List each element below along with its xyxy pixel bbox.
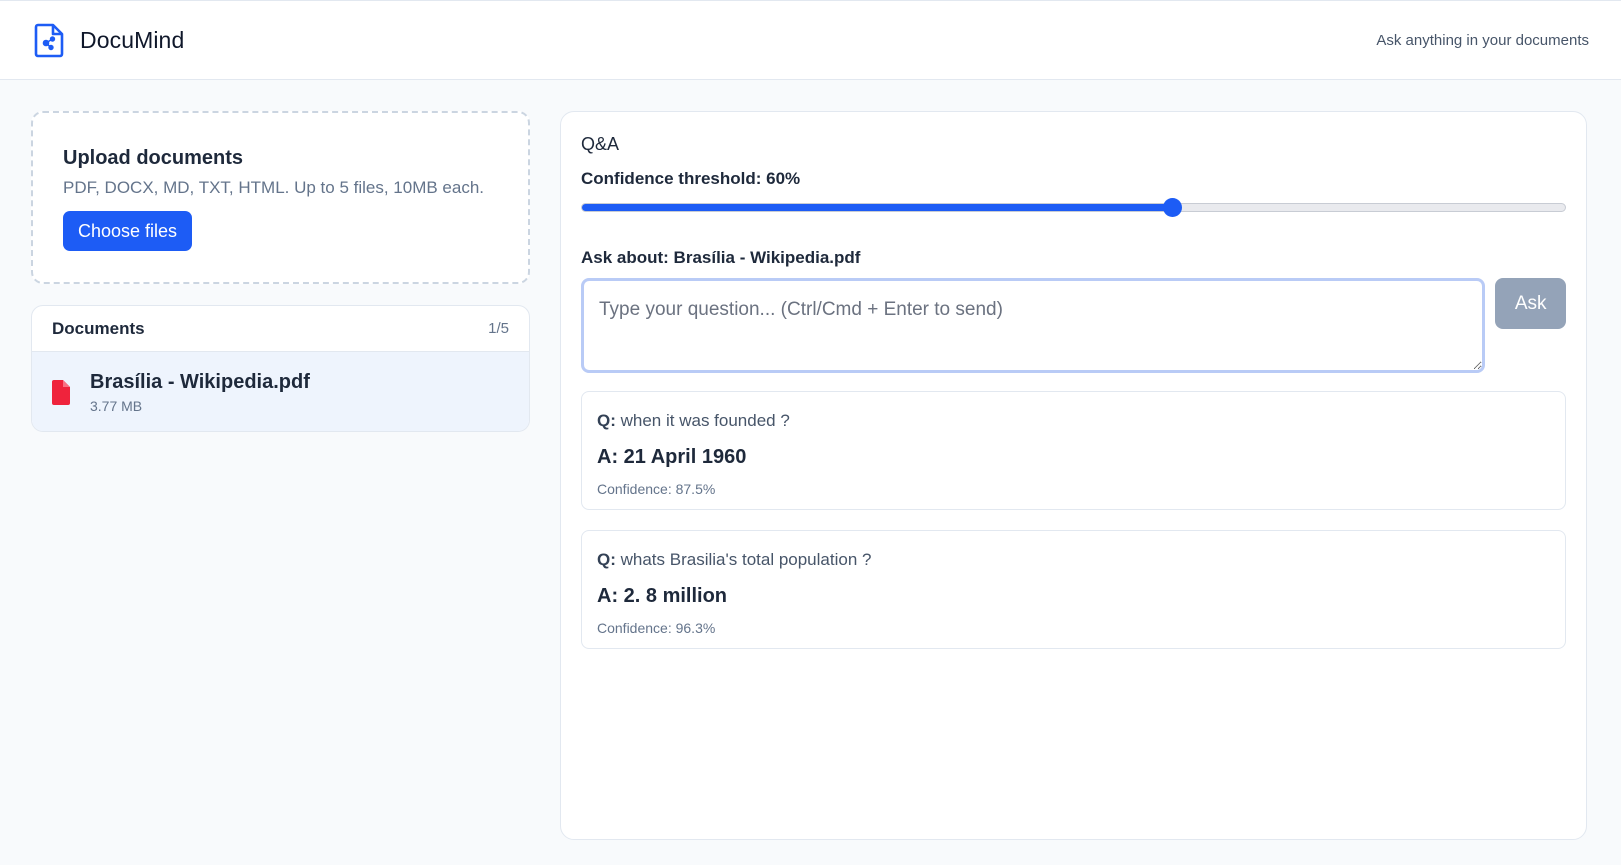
answer-card: Q: whats Brasilia's total population ? A… bbox=[581, 530, 1566, 649]
question-line: Q: when it was founded ? bbox=[597, 411, 1550, 431]
question-line: Q: whats Brasilia's total population ? bbox=[597, 550, 1550, 570]
qa-title: Q&A bbox=[581, 134, 620, 154]
ask-row: Ask bbox=[581, 278, 1566, 373]
slider-thumb[interactable] bbox=[1163, 198, 1182, 217]
document-info: Brasília - Wikipedia.pdf 3.77 MB bbox=[90, 371, 310, 414]
answer-text: A: 21 April 1960 bbox=[597, 446, 747, 468]
document-name: Brasília - Wikipedia.pdf bbox=[90, 371, 310, 393]
slider-fill bbox=[582, 204, 1172, 211]
question-prefix: Q: bbox=[597, 411, 616, 430]
documents-panel: Documents 1/5 Brasília - Wikipedia.pdf 3… bbox=[31, 305, 530, 432]
document-sparkle-icon bbox=[34, 23, 64, 58]
answer-confidence: Confidence: 96.3% bbox=[597, 620, 716, 636]
question-text: whats Brasilia's total population ? bbox=[620, 550, 872, 569]
confidence-slider[interactable] bbox=[581, 195, 1566, 217]
document-size: 3.77 MB bbox=[90, 398, 143, 414]
upload-dropzone[interactable]: Upload documents PDF, DOCX, MD, TXT, HTM… bbox=[31, 111, 530, 284]
upload-title: Upload documents bbox=[63, 147, 244, 169]
confidence-threshold-label: Confidence threshold: 60% bbox=[581, 169, 801, 188]
app-header: DocuMind Ask anything in your documents bbox=[0, 0, 1621, 80]
app-name: DocuMind bbox=[80, 26, 185, 53]
brand[interactable]: DocuMind bbox=[32, 22, 184, 58]
answer-confidence: Confidence: 87.5% bbox=[597, 481, 716, 497]
documents-count: 1/5 bbox=[488, 320, 509, 337]
question-input[interactable] bbox=[581, 278, 1486, 373]
ask-button[interactable]: Ask bbox=[1495, 278, 1566, 329]
upload-hint: PDF, DOCX, MD, TXT, HTML. Up to 5 files,… bbox=[63, 178, 485, 197]
document-item[interactable]: Brasília - Wikipedia.pdf 3.77 MB bbox=[32, 352, 529, 431]
answer-card: Q: when it was founded ? A: 21 April 196… bbox=[581, 391, 1566, 510]
documents-header: Documents 1/5 bbox=[32, 306, 529, 352]
question-prefix: Q: bbox=[597, 550, 616, 569]
tagline: Ask anything in your documents bbox=[1376, 31, 1589, 49]
question-text: when it was founded ? bbox=[620, 411, 790, 430]
pdf-file-icon bbox=[52, 380, 70, 405]
documents-title: Documents bbox=[52, 318, 145, 338]
ask-about-label: Ask about: Brasília - Wikipedia.pdf bbox=[581, 248, 861, 267]
qa-panel: Q&A Confidence threshold: 60% Ask about:… bbox=[560, 111, 1587, 840]
answer-text: A: 2. 8 million bbox=[597, 585, 728, 607]
choose-files-button[interactable]: Choose files bbox=[63, 211, 193, 251]
slider-track bbox=[581, 203, 1566, 212]
left-column: Upload documents PDF, DOCX, MD, TXT, HTM… bbox=[31, 111, 530, 432]
